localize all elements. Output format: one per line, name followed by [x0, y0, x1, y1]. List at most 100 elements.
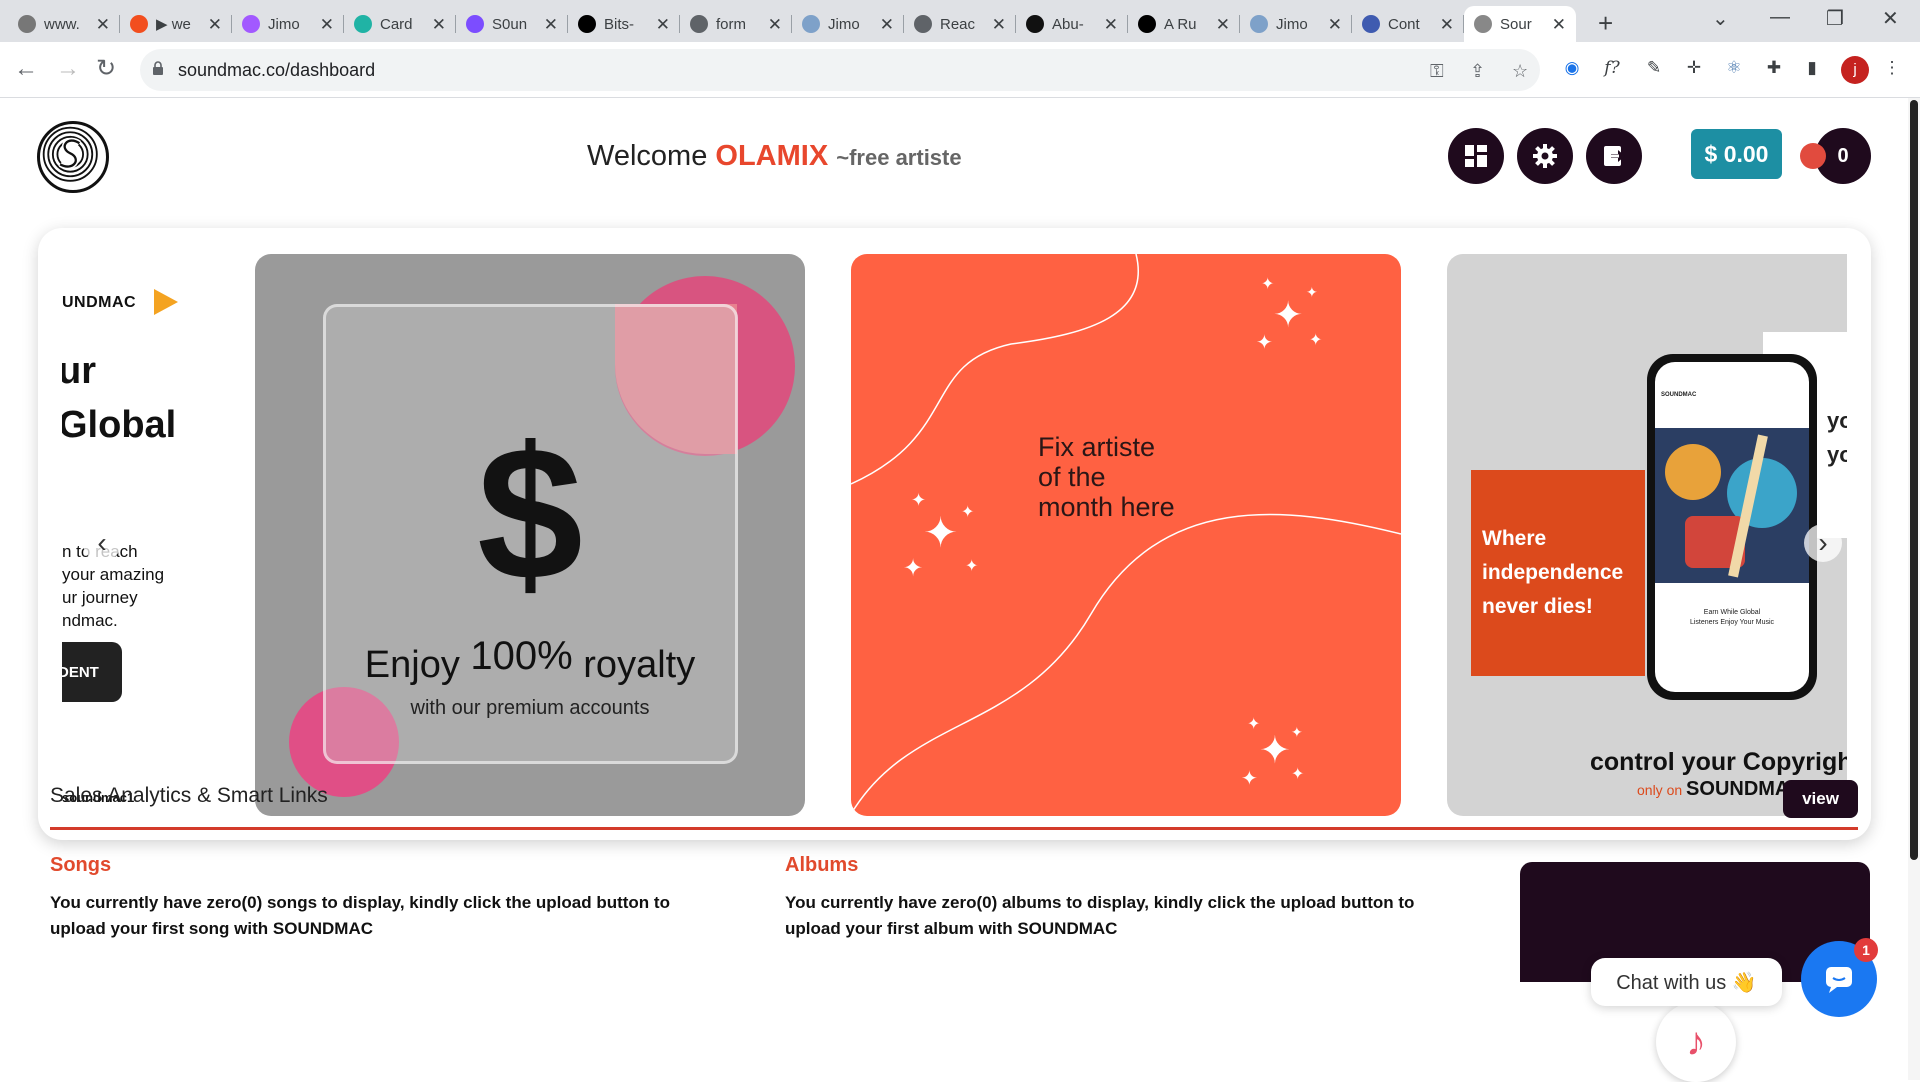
tab-close-icon[interactable]: ✕ — [208, 15, 222, 35]
artiste-month-text: Fix artiste of the month here — [1038, 432, 1175, 522]
tab-favicon-icon — [1474, 15, 1492, 33]
new-tab-button[interactable]: + — [1598, 8, 1613, 39]
address-bar[interactable]: soundmac.co/dashboard ⚿ ⇪ ☆ — [140, 49, 1540, 91]
react-devtools-icon[interactable]: ⚛ — [1722, 56, 1746, 80]
slide-body-line4: ndmac. — [62, 611, 118, 630]
tab-favicon-icon — [1138, 15, 1156, 33]
settings-button[interactable] — [1517, 128, 1573, 184]
profile-avatar[interactable]: j — [1841, 56, 1869, 84]
browser-tab[interactable]: form ✕ — [680, 6, 792, 42]
side-text-line1: yo — [1827, 408, 1847, 433]
slide-royalty[interactable]: $ Enjoy 100% royalty with our premium ac… — [255, 254, 805, 816]
side-panel-icon[interactable]: ▮ — [1800, 56, 1824, 80]
maximize-icon[interactable]: ❐ — [1826, 6, 1844, 31]
songs-title: Songs — [50, 854, 112, 876]
minimize-icon[interactable]: — — [1770, 6, 1790, 29]
tab-close-icon[interactable]: ✕ — [880, 15, 894, 35]
albums-empty-message: You currently have zero(0) albums to dis… — [785, 893, 1415, 938]
tab-close-icon[interactable]: ✕ — [1216, 15, 1230, 35]
menu-kebab-icon[interactable]: ⋮ — [1880, 56, 1904, 80]
browser-toolbar: ← → ↻ soundmac.co/dashboard ⚿ ⇪ ☆ ◉ f? ✎… — [0, 42, 1920, 98]
tab-close-icon[interactable]: ✕ — [320, 15, 334, 35]
soundmac-logo[interactable] — [37, 121, 109, 193]
grid-icon — [1465, 145, 1487, 167]
browser-tab[interactable]: S0un ✕ — [456, 6, 568, 42]
back-icon[interactable]: ← — [14, 56, 38, 82]
royalty-headline: Enjoy 100% royalty — [255, 634, 805, 687]
phone-header: SOUNDMAC — [1661, 392, 1697, 398]
slide-body-line2: your amazing — [62, 565, 165, 584]
browser-tab[interactable]: Abu- ✕ — [1016, 6, 1128, 42]
browser-tab[interactable]: Jimo ✕ — [1240, 6, 1352, 42]
tab-close-icon[interactable]: ✕ — [1440, 15, 1454, 35]
phone-caption-line2: Listeners Enjoy Your Music — [1689, 619, 1775, 626]
tab-close-icon[interactable]: ✕ — [656, 15, 670, 35]
tab-close-icon[interactable]: ✕ — [432, 15, 446, 35]
slide-independence[interactable]: yo yo Where independence never dies! SOU… — [1447, 254, 1847, 816]
tab-close-icon[interactable]: ✕ — [768, 15, 782, 35]
chevron-right-icon: › — [1818, 527, 1828, 558]
browser-tab[interactable]: ▶ we ✕ — [120, 6, 232, 42]
browser-tab[interactable]: Bits- ✕ — [568, 6, 680, 42]
dashboard-button[interactable] — [1448, 128, 1504, 184]
sparkle-icon: ✦ — [1256, 332, 1273, 354]
tab-close-icon[interactable]: ✕ — [992, 15, 1006, 35]
tab-favicon-icon — [18, 15, 36, 33]
guitar-artwork — [1655, 428, 1809, 583]
slide-heading: ur Global — [62, 344, 176, 452]
upload-music-button[interactable]: ♪ — [1656, 1002, 1736, 1082]
eyedropper-icon[interactable]: ✎ — [1642, 56, 1666, 80]
browser-tab[interactable]: A Ru ✕ — [1128, 6, 1240, 42]
tab-favicon-icon — [914, 15, 932, 33]
extension-fx-icon[interactable]: f? — [1600, 56, 1624, 80]
artiste-month-line1: Fix artiste — [1038, 432, 1156, 462]
tab-label: Abu- — [1052, 15, 1084, 33]
chat-unread-badge: 1 — [1854, 938, 1878, 962]
bookmark-star-icon[interactable]: ☆ — [1512, 61, 1528, 82]
slide-artiste-of-month[interactable]: ✦ ✦ ✦ ✦ ✦ ✦ ✦ ✦ ✦ ✦ ✦ ✦ ✦ ✦ ✦ Fix artist… — [851, 254, 1401, 816]
independence-line3: never dies! — [1482, 595, 1593, 618]
browser-tab[interactable]: www. ✕ — [8, 6, 120, 42]
tab-label: Bits- — [604, 15, 634, 33]
tab-favicon-icon — [1362, 15, 1380, 33]
tab-close-icon[interactable]: ✕ — [1328, 15, 1342, 35]
username: OLAMIX — [715, 140, 829, 172]
browser-tab[interactable]: Card ✕ — [344, 6, 456, 42]
close-window-icon[interactable]: ✕ — [1882, 6, 1899, 31]
browser-tab[interactable]: Sour ✕ — [1464, 6, 1576, 42]
extensions-puzzle-icon[interactable]: ✚ — [1762, 56, 1786, 80]
slide-cta-button[interactable]: DENT — [62, 642, 122, 702]
royalty-word: royalty — [583, 644, 696, 686]
slide-body-line3: ur journey — [62, 588, 138, 607]
move-icon[interactable]: ✛ — [1682, 56, 1706, 80]
phone-mockup: SOUNDMAC Earn While Global Listeners Enj… — [1647, 354, 1817, 700]
carousel-next-button[interactable]: › — [1804, 524, 1842, 562]
tab-close-icon[interactable]: ✕ — [96, 15, 110, 35]
tab-close-icon[interactable]: ✕ — [1104, 15, 1118, 35]
carousel-prev-button[interactable]: ‹ — [83, 524, 121, 562]
phone-screen: SOUNDMAC Earn While Global Listeners Enj… — [1655, 362, 1809, 692]
notification-indicator — [1800, 143, 1826, 169]
tab-label: www. — [44, 15, 80, 33]
extension-circle-icon[interactable]: ◉ — [1560, 56, 1584, 80]
tab-search-icon[interactable]: ⌄ — [1712, 6, 1729, 31]
tab-close-icon[interactable]: ✕ — [544, 15, 558, 35]
independence-card: Where independence never dies! — [1471, 470, 1645, 676]
tab-close-icon[interactable]: ✕ — [1552, 15, 1566, 35]
reload-icon[interactable]: ↻ — [96, 56, 116, 82]
chevron-left-icon: ‹ — [97, 527, 107, 558]
forward-icon[interactable]: → — [56, 56, 80, 82]
sparkle-icon: ✦ — [1306, 284, 1318, 300]
only-on-text: only on — [1637, 782, 1683, 798]
browser-tab[interactable]: Jimo ✕ — [792, 6, 904, 42]
key-icon[interactable]: ⚿ — [1430, 61, 1444, 82]
browser-tab[interactable]: Jimo ✕ — [232, 6, 344, 42]
chat-prompt[interactable]: Chat with us 👋 — [1591, 958, 1782, 1006]
scrollbar-thumb[interactable] — [1910, 100, 1918, 860]
share-icon[interactable]: ⇪ — [1470, 61, 1485, 82]
browser-tab[interactable]: Cont ✕ — [1352, 6, 1464, 42]
browser-tab[interactable]: Reac ✕ — [904, 6, 1016, 42]
wallet-balance[interactable]: $ 0.00 — [1691, 129, 1782, 179]
view-button[interactable]: view — [1783, 780, 1858, 818]
logout-button[interactable] — [1586, 128, 1642, 184]
